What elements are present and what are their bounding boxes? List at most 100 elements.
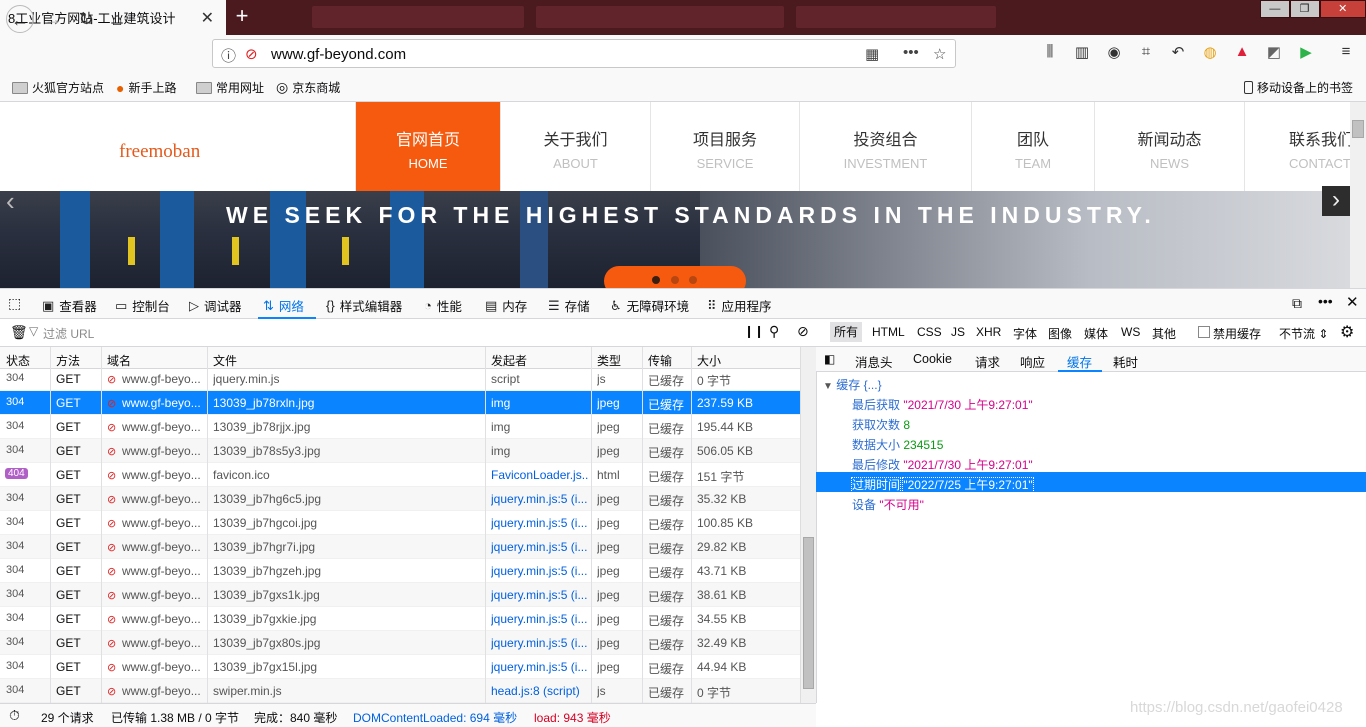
filter-type-images[interactable]: 图像 bbox=[1048, 325, 1072, 342]
nav-item-news[interactable]: 新闻动态 NEWS bbox=[1094, 102, 1244, 191]
extension-dashboard-icon[interactable]: ◩ bbox=[1264, 43, 1284, 61]
table-row[interactable]: 304 GET ⊘ www.gf-beyo... 13039_jb7gxkie.jpg j… bbox=[0, 607, 800, 631]
slider-dot[interactable] bbox=[671, 276, 679, 284]
cache-tree-item-selected[interactable]: 过期时间 "2022/7/25 上午9:27:01" bbox=[850, 476, 1034, 493]
back-arrow-icon[interactable]: ← bbox=[6, 5, 34, 33]
cause-link[interactable]: jquery.min.js:5 (i... bbox=[491, 660, 589, 674]
filter-type-fonts[interactable]: 字体 bbox=[1013, 325, 1037, 342]
bookmark-item[interactable]: 火狐官方站点 bbox=[12, 79, 104, 96]
cause-link[interactable]: head.js:8 (script) bbox=[491, 684, 589, 698]
extension-circle-icon[interactable]: ◍ bbox=[1200, 43, 1220, 61]
maximize-window-icon[interactable]: ❐ bbox=[1289, 0, 1320, 18]
bookmark-item[interactable]: ● 新手上路 bbox=[116, 79, 176, 96]
table-row[interactable]: 304 GET ⊘ www.gf-beyo... 13039_jb7gx15l.jpg j… bbox=[0, 655, 800, 679]
tab-application[interactable]: ⠿ 应用程序 bbox=[707, 296, 772, 315]
site-info-icon[interactable]: ⓘ bbox=[221, 45, 236, 66]
cache-tree-root[interactable]: ▼ 缓存 {...} bbox=[823, 376, 882, 393]
tab-headers[interactable]: 消息头 bbox=[855, 352, 893, 371]
twisty-down-icon[interactable]: ▼ bbox=[823, 381, 833, 392]
tab-cache[interactable]: 缓存 bbox=[1067, 352, 1092, 371]
nav-item-home[interactable]: 官网首页 HOME bbox=[355, 102, 500, 191]
table-row[interactable]: 304 GET ⊘ www.gf-beyo... 13039_jb7gxs1k.jpg j… bbox=[0, 583, 800, 607]
dock-options-icon[interactable]: ⧉ bbox=[1292, 295, 1302, 312]
browser-tab-background[interactable] bbox=[536, 6, 784, 28]
settings-gear-icon[interactable]: ⚙ bbox=[1340, 322, 1354, 342]
forward-arrow-icon[interactable]: → bbox=[39, 5, 67, 33]
table-row[interactable]: 304 GET ⊘ www.gf-beyo... 13039_jb7hgr7i.jpg j… bbox=[0, 535, 800, 559]
screenshot-crop-icon[interactable]: ⌗ bbox=[1136, 43, 1156, 60]
banner-prev-arrow-icon[interactable]: ‹ bbox=[6, 186, 15, 217]
filter-type-css[interactable]: CSS bbox=[917, 325, 942, 339]
browser-tab-background[interactable] bbox=[796, 6, 996, 28]
stopwatch-icon[interactable]: ⏱ bbox=[9, 707, 20, 724]
search-icon[interactable]: ⚲ bbox=[769, 323, 779, 340]
nav-item-about[interactable]: 关于我们 ABOUT bbox=[500, 102, 650, 191]
page-scrollbar[interactable] bbox=[1350, 102, 1366, 288]
nav-item-team[interactable]: 团队 TEAM bbox=[971, 102, 1094, 191]
qr-code-icon[interactable]: ▦ bbox=[865, 45, 879, 63]
request-table-scrollbar[interactable] bbox=[800, 347, 816, 703]
cache-tree-item[interactable]: 数据大小 234515 bbox=[852, 436, 943, 453]
cause-link[interactable]: jquery.min.js:5 (i... bbox=[491, 492, 589, 506]
table-row-selected[interactable]: 304 GET ⊘ www.gf-beyo... 13039_jb78rxln.jpg i… bbox=[0, 391, 800, 415]
table-row[interactable]: 304 GET ⊘ www.gf-beyo... 13039_jb78rjjx.jpg i… bbox=[0, 415, 800, 439]
cache-tree-item[interactable]: 获取次数 8 bbox=[852, 416, 910, 433]
slider-dot-active[interactable] bbox=[652, 276, 660, 284]
filter-url-input[interactable]: 过滤 URL bbox=[43, 325, 94, 342]
toggle-sidebar-icon[interactable]: ◧ bbox=[824, 352, 835, 366]
cause-link[interactable]: jquery.min.js:5 (i... bbox=[491, 588, 589, 602]
table-row[interactable]: 304 GET ⊘ www.gf-beyo... 13039_jb7hgcoi.jpg j… bbox=[0, 511, 800, 535]
cache-tree-item[interactable]: 设备 "不可用" bbox=[852, 496, 924, 513]
element-picker-icon[interactable]: ⬚ bbox=[8, 295, 21, 312]
new-tab-button[interactable]: + bbox=[231, 5, 253, 29]
table-row[interactable]: 304 GET ⊘ www.gf-beyo... 13039_jb7hg6c5.jpg j… bbox=[0, 487, 800, 511]
tab-close-icon[interactable]: ✕ bbox=[201, 8, 214, 28]
url-text[interactable]: www.gf-beyond.com bbox=[271, 46, 406, 63]
filter-type-media[interactable]: 媒体 bbox=[1084, 325, 1108, 342]
tab-debugger[interactable]: ▷ 调试器 bbox=[189, 296, 242, 315]
tab-cookies[interactable]: Cookie bbox=[913, 352, 952, 366]
tab-request[interactable]: 请求 bbox=[975, 352, 1000, 371]
filter-type-js[interactable]: JS bbox=[951, 325, 965, 339]
home-icon[interactable]: ⌂ bbox=[103, 5, 131, 33]
tab-memory[interactable]: ▤ 内存 bbox=[485, 296, 527, 315]
mobile-bookmarks[interactable]: 移动设备上的书签 bbox=[1244, 79, 1353, 96]
tab-inspector[interactable]: ▣ 查看器 bbox=[42, 296, 97, 315]
devtools-close-icon[interactable]: ✕ bbox=[1346, 293, 1359, 311]
disable-cache-checkbox[interactable] bbox=[1198, 326, 1210, 338]
trash-clear-icon[interactable]: 🗑 bbox=[10, 324, 28, 341]
filter-type-html[interactable]: HTML bbox=[872, 325, 905, 339]
tab-accessibility[interactable]: ♿ 无障碍环境 bbox=[610, 296, 689, 315]
pause-icon[interactable]: ❙❙ bbox=[744, 324, 764, 338]
minimize-window-icon[interactable]: — bbox=[1260, 0, 1290, 18]
table-row[interactable]: 304 GET ⊘ www.gf-beyo... 13039_jb7hgzeh.jpg j… bbox=[0, 559, 800, 583]
extension-a-icon[interactable]: ▲ bbox=[1232, 43, 1252, 60]
filter-type-all[interactable]: 所有 bbox=[830, 322, 862, 342]
block-icon[interactable]: ⊘ bbox=[797, 323, 809, 340]
tab-network[interactable]: ⇅ 网络 bbox=[263, 296, 304, 315]
page-actions-menu-icon[interactable]: ••• bbox=[903, 44, 919, 61]
bookmark-star-icon[interactable]: ☆ bbox=[933, 45, 946, 63]
bookmark-item[interactable]: 常用网址 bbox=[196, 79, 264, 96]
tab-response[interactable]: 响应 bbox=[1020, 352, 1045, 371]
slider-dot[interactable] bbox=[689, 276, 697, 284]
page-scrollbar-thumb[interactable] bbox=[1352, 120, 1364, 138]
sidebar-icon[interactable]: ▥ bbox=[1072, 43, 1092, 61]
undo-icon[interactable]: ↶ bbox=[1168, 43, 1188, 61]
insecure-lock-icon[interactable]: ⊘ bbox=[245, 45, 258, 63]
table-row[interactable]: 304 GET ⊘ www.gf-beyo... swiper.min.js head.j… bbox=[0, 679, 800, 703]
table-row[interactable]: 404 GET ⊘ www.gf-beyo... favicon.ico FaviconL… bbox=[0, 463, 800, 487]
nav-item-investment[interactable]: 投资组合 INVESTMENT bbox=[799, 102, 971, 191]
filter-type-other[interactable]: 其他 bbox=[1152, 325, 1176, 342]
cause-link[interactable]: jquery.min.js:5 (i... bbox=[491, 564, 589, 578]
banner-next-arrow-icon[interactable]: › bbox=[1322, 186, 1350, 216]
nav-item-service[interactable]: 项目服务 SERVICE bbox=[650, 102, 799, 191]
url-bar[interactable]: ⓘ ⊘ www.gf-beyond.com ▦ ••• ☆ bbox=[212, 39, 956, 68]
tab-timings[interactable]: 耗时 bbox=[1113, 352, 1138, 371]
tab-storage[interactable]: ☰ 存储 bbox=[548, 296, 590, 315]
tab-console[interactable]: ▭ 控制台 bbox=[115, 296, 170, 315]
nav-item-contact[interactable]: 联系我们 CONTACT bbox=[1244, 102, 1350, 191]
cause-link[interactable]: jquery.min.js:5 (i... bbox=[491, 540, 589, 554]
close-window-icon[interactable]: ✕ bbox=[1319, 0, 1366, 18]
devtools-menu-icon[interactable]: ••• bbox=[1318, 293, 1333, 309]
